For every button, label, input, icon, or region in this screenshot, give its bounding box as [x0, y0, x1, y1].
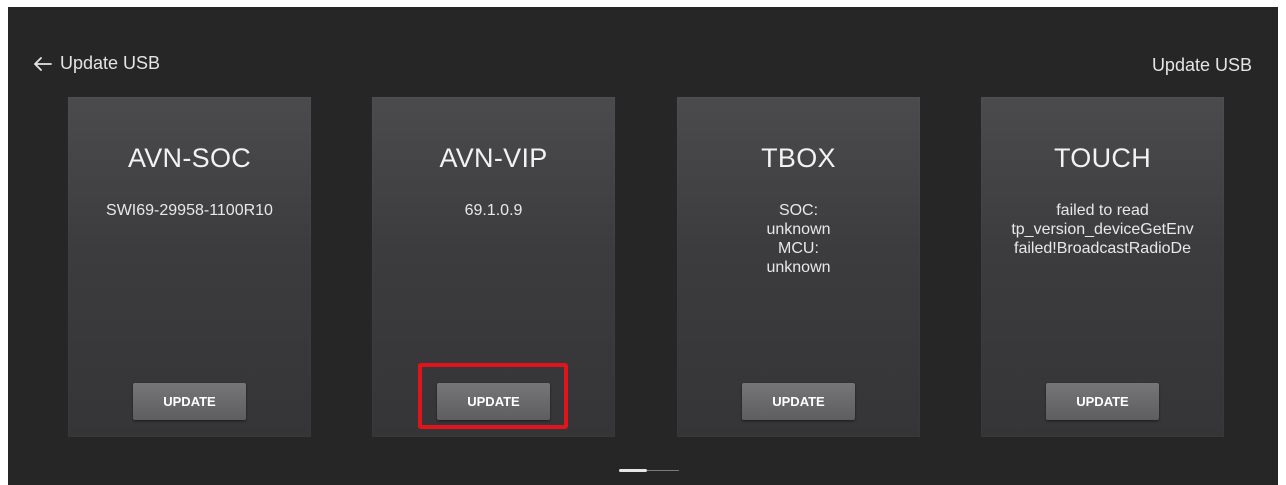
back-button[interactable]: Update USB	[34, 53, 160, 74]
update-usb-screen: Update USB Update USB AVN-SOC SWI69-2995…	[8, 7, 1278, 485]
card-avn-vip: AVN-VIP 69.1.0.9 UPDATE	[372, 97, 615, 437]
page-indicator	[619, 469, 679, 472]
page-indicator-track	[647, 470, 679, 471]
card-version: SWI69-29958-1100R10	[106, 202, 273, 219]
arrow-left-icon	[34, 56, 52, 71]
card-touch: TOUCH failed to read tp_version_deviceGe…	[981, 97, 1224, 437]
update-button-avn-vip[interactable]: UPDATE	[437, 383, 550, 420]
page-title: Update USB	[1151, 55, 1252, 75]
card-tbox: TBOX SOC: unknown MCU: unknown UPDATE	[677, 97, 920, 437]
card-version: failed to read tp_version_deviceGetEnv f…	[1011, 202, 1194, 257]
top-bar: Update USB Update USB	[8, 7, 1278, 97]
page-indicator-active	[619, 469, 647, 472]
card-title: TOUCH	[1053, 143, 1151, 173]
card-version: 69.1.0.9	[464, 202, 523, 219]
update-button-touch[interactable]: UPDATE	[1046, 383, 1159, 420]
card-title: AVN-SOC	[127, 143, 252, 173]
card-version: SOC: unknown MCU: unknown	[766, 202, 831, 276]
update-button-tbox[interactable]: UPDATE	[742, 383, 855, 420]
card-title: TBOX	[761, 143, 836, 173]
update-button-avn-soc[interactable]: UPDATE	[133, 383, 246, 420]
back-label: Update USB	[60, 53, 161, 73]
card-title: AVN-VIP	[439, 143, 548, 173]
card-avn-soc: AVN-SOC SWI69-29958-1100R10 UPDATE	[68, 97, 311, 437]
